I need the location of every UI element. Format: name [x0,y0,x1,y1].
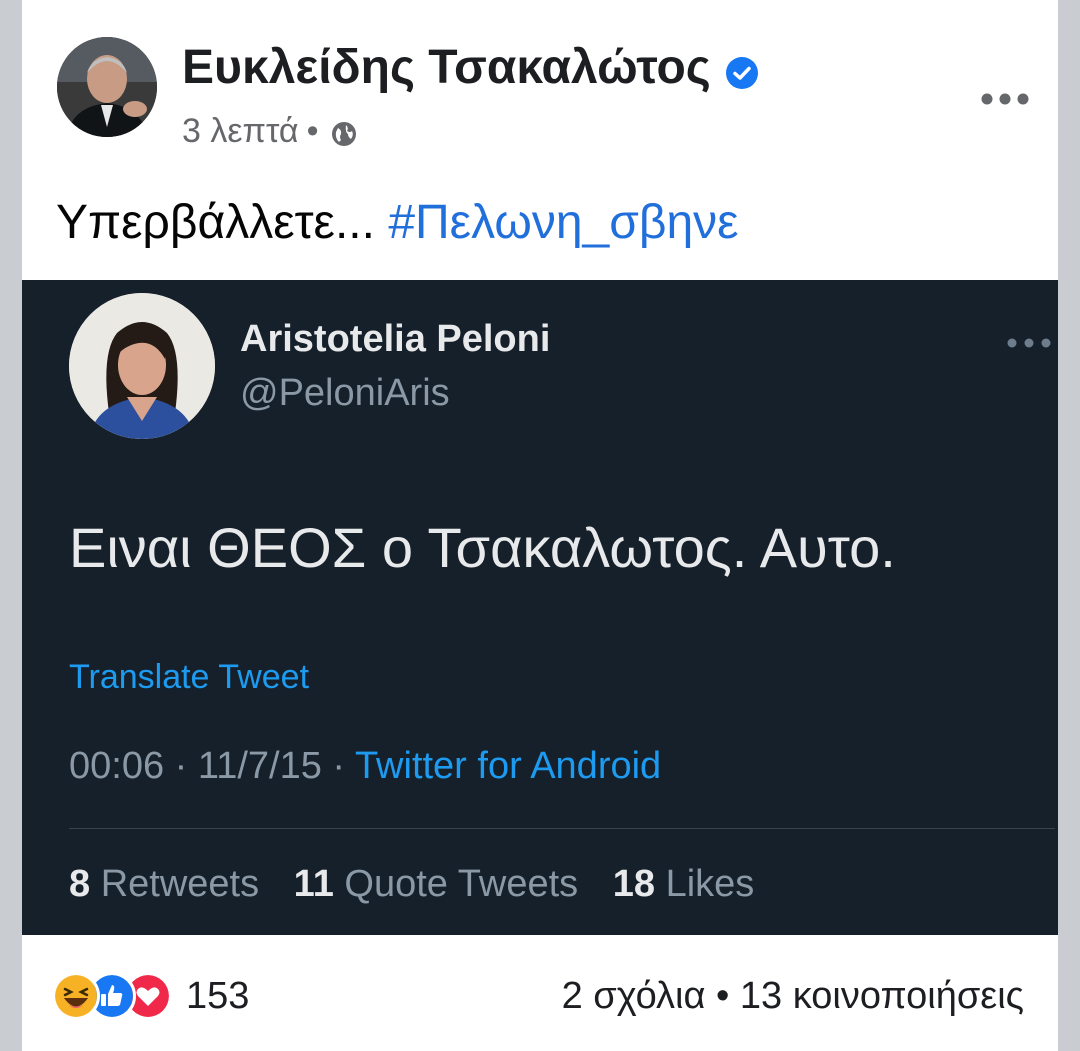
tweet-text: Ειναι ΘΕΟΣ ο Τσακαλωτος. Αυτο. [69,516,896,579]
tweet-more-icon [1007,335,1051,348]
hashtag-link[interactable]: #Πελωνη_σβηνε [388,196,738,249]
author-avatar[interactable] [57,37,157,137]
post-engagement-stats: 2 σχόλια • 13 κοινοποιήσεις [562,975,1024,1018]
tweet-meta-sep: · [174,745,188,787]
quotes-label: Quote Tweets [344,863,579,905]
haha-reaction-icon [52,972,100,1020]
verified-badge-icon [725,47,759,90]
retweets-label: Retweets [100,863,260,905]
tweet-time: 00:06 [69,745,165,787]
quotes-stat: 11 Quote Tweets [294,863,579,905]
tweet-screenshot[interactable]: Aristotelia Peloni @PeloniAris Ειναι ΘΕΟ… [22,280,1058,935]
post-body: Υπερβάλλετε... [56,196,375,249]
tweet-source: Twitter for Android [354,745,662,787]
likes-label: Likes [665,863,755,905]
tweet-meta-sep: · [332,745,346,787]
post-meta: 3 λεπτά • [182,112,358,151]
author-name[interactable]: Ευκλείδης Τσακαλώτος [182,40,759,95]
more-options-icon[interactable] [980,92,1030,105]
stats-separator: • [716,975,730,1017]
post-text: Υπερβάλλετε... #Πελωνη_σβηνε [56,195,739,250]
reactions-summary[interactable]: 153 [52,972,249,1020]
tweet-author-name: Aristotelia Peloni [240,318,551,360]
author-name-text[interactable]: Ευκλείδης Τσακαλώτος [182,41,711,94]
retweets-count: 8 [69,863,91,905]
shares-count[interactable]: 13 κοινοποιήσεις [740,975,1024,1017]
tweet-author-handle: @PeloniAris [240,372,450,414]
tweet-stats: 8 Retweets 11 Quote Tweets 18 Likes [69,863,778,906]
globe-icon [330,118,358,146]
comments-count[interactable]: 2 σχόλια [562,975,706,1017]
facebook-post-card: Ευκλείδης Τσακαλώτος 3 λεπτά • Υπερβάλλε… [22,0,1058,1051]
likes-stat: 18 Likes [613,863,755,905]
tweet-date: 11/7/15 [197,745,322,787]
retweets-stat: 8 Retweets [69,863,259,905]
tweet-divider [69,828,1055,829]
likes-count: 18 [612,863,656,905]
tweet-meta: 00:06 · 11/7/15 · Twitter for Android [69,745,661,788]
reactions-count[interactable]: 153 [186,975,249,1018]
meta-separator: • [306,112,319,150]
quotes-count: 11 [293,863,334,905]
tweet-avatar [69,293,215,439]
post-time[interactable]: 3 λεπτά [182,112,299,151]
translate-tweet-link: Translate Tweet [69,658,310,696]
